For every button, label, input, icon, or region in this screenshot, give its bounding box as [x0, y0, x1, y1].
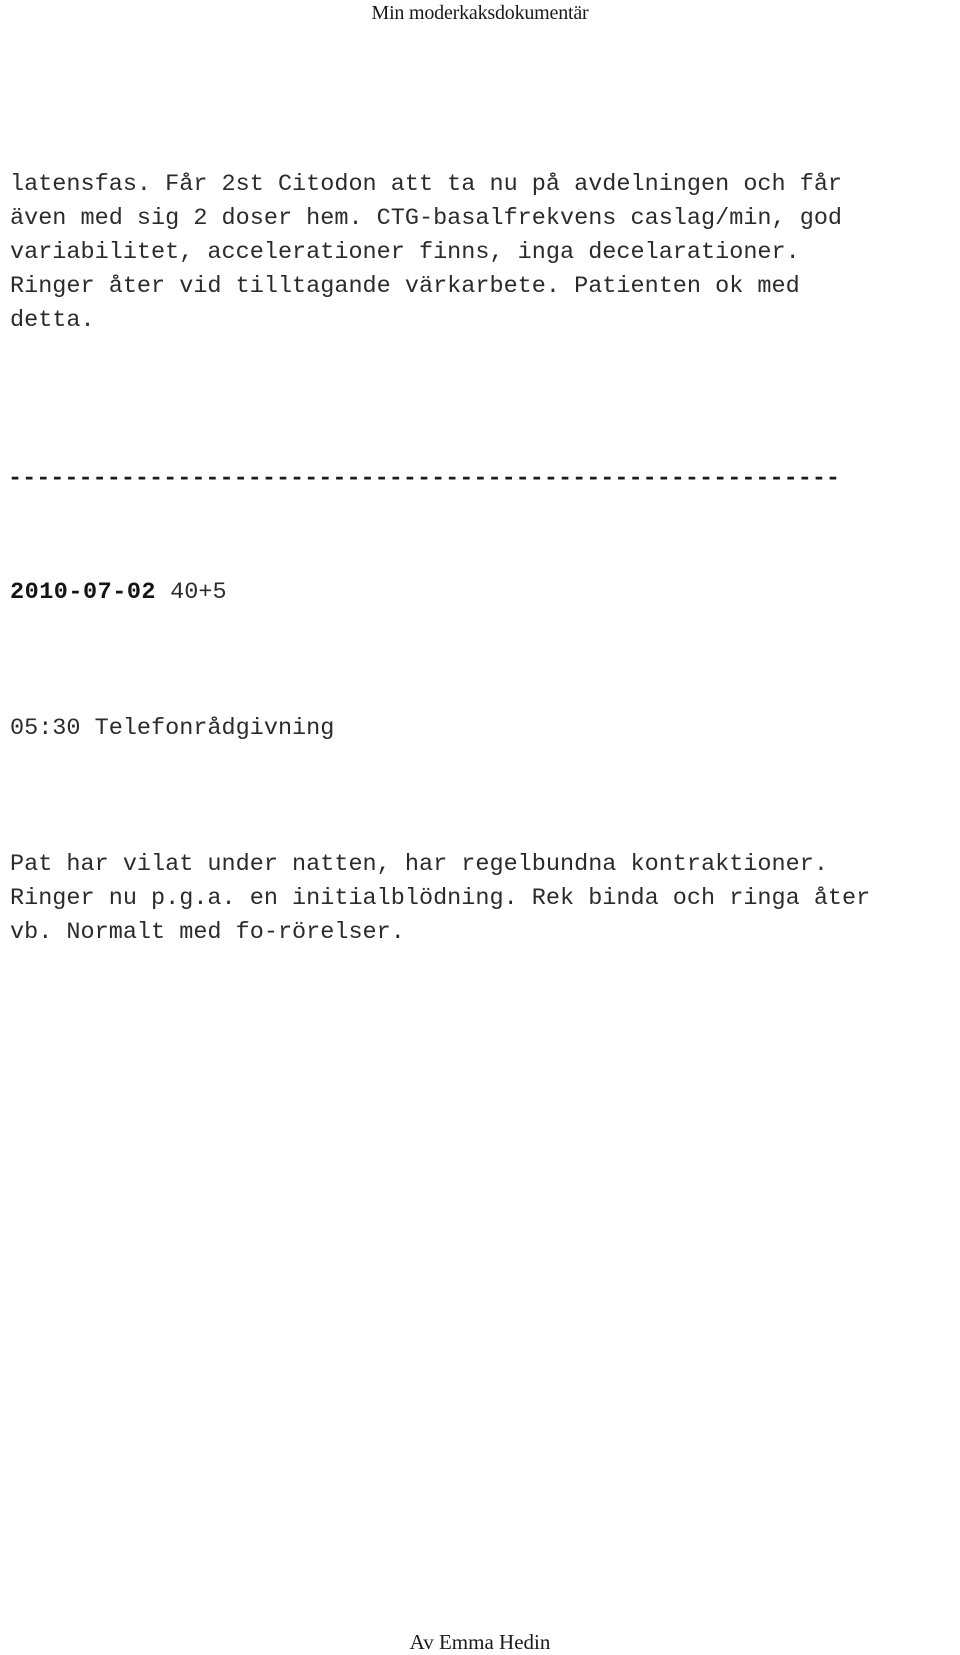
entry-date: 2010-07-02 — [10, 579, 157, 606]
continued-paragraph: latensfas. Får 2st Citodon att ta nu på … — [10, 171, 843, 334]
document-body: latensfas. Får 2st Citodon att ta nu på … — [10, 66, 950, 1052]
entry-gestational-age: 40+5 — [170, 579, 227, 606]
page-header-title: Min moderkaksdokumentär — [371, 2, 589, 24]
section-separator: ----------------------------------------… — [8, 465, 841, 492]
entry-note: Pat har vilat under natten, har regelbun… — [10, 851, 871, 946]
page-footer-byline: Av Emma Hedin — [409, 1630, 551, 1654]
entry-heading: 2010-07-02 40+5 — [10, 576, 950, 610]
entry-time-and-title: 05:30 Telefonrådgivning — [10, 715, 335, 742]
document-page: Min moderkaksdokumentär latensfas. Får 2… — [0, 0, 960, 1655]
